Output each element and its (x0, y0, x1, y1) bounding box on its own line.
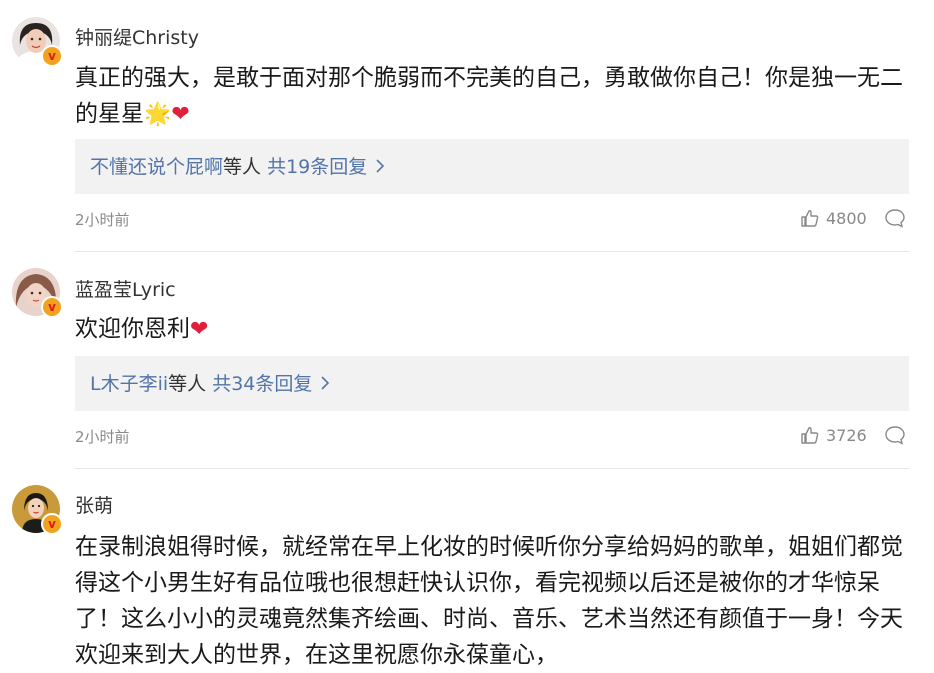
comment-time: 2小时前 (75, 211, 130, 229)
like-count: 4800 (826, 208, 867, 228)
comment-text: 在录制浪姐得时候，就经常在早上化妆的时候听你分享给妈妈的歌单，姐姐们都觉得这个小… (75, 529, 905, 673)
verified-badge-icon: v (41, 296, 63, 318)
avatar[interactable]: v (12, 485, 63, 535)
reply-users-link[interactable]: 不懂还说个屁啊 (90, 156, 223, 178)
comment-text-body: 在录制浪姐得时候，就经常在早上化妆的时候听你分享给妈妈的歌单，姐姐们都觉得这个小… (75, 534, 903, 668)
divider (75, 251, 909, 252)
thumbs-up-icon (801, 210, 819, 227)
comment-text: 真正的强大，是敢于面对那个脆弱而不完美的自己，勇敢做你自己！你是独一无二的星星🌟… (75, 60, 905, 133)
reply-etc-label: 等人 (168, 373, 207, 395)
comment-text-body: 真正的强大，是敢于面对那个脆弱而不完美的自己，勇敢做你自己！你是独一无二的星星 (75, 65, 903, 127)
reply-count-link[interactable]: 共34条回复 (212, 373, 312, 395)
comment-text-body: 欢迎你恩利 (75, 316, 190, 342)
heart-emoji-icon: ❤ (171, 102, 190, 127)
comment-text: 欢迎你恩利❤ (75, 311, 905, 348)
comment-bubble-icon[interactable] (884, 425, 906, 449)
verified-badge-icon: v (41, 513, 63, 535)
comment-time: 2小时前 (75, 428, 130, 446)
reply-summary[interactable]: L木子李ii等人 共34条回复 (75, 356, 909, 411)
star-emoji-icon: 🌟 (144, 102, 172, 127)
divider (75, 468, 909, 469)
heart-emoji-icon: ❤ (190, 317, 209, 342)
comment-username[interactable]: 钟丽缇Christy (75, 23, 199, 50)
comment-username[interactable]: 张萌 (75, 491, 113, 518)
reply-users-link[interactable]: L木子李ii (90, 373, 168, 395)
reply-etc-label: 等人 (223, 156, 262, 178)
reply-summary[interactable]: 不懂还说个屁啊等人 共19条回复 (75, 139, 909, 194)
like-count: 3726 (826, 425, 867, 445)
like-button[interactable]: 3726 (800, 425, 867, 445)
reply-count-link[interactable]: 共19条回复 (267, 156, 367, 178)
comment-bubble-icon[interactable] (884, 208, 906, 232)
chevron-right-icon (312, 371, 330, 395)
avatar[interactable]: v (12, 17, 63, 67)
like-button[interactable]: 4800 (800, 208, 867, 228)
comment-username[interactable]: 蓝盈莹Lyric (75, 275, 176, 302)
thumbs-up-icon (801, 427, 819, 444)
avatar[interactable]: v (12, 268, 63, 318)
chevron-right-icon (367, 154, 385, 178)
verified-badge-icon: v (41, 45, 63, 67)
